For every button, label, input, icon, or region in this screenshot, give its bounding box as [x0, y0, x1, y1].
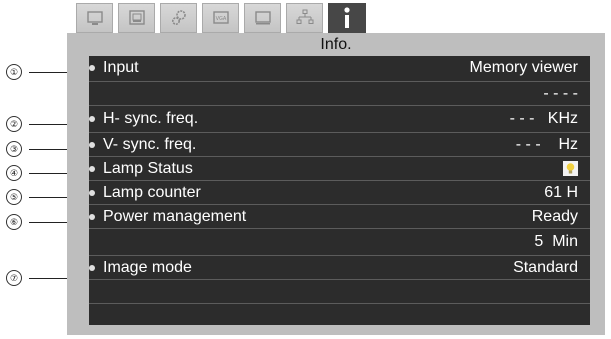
row-label: Image mode	[103, 259, 192, 276]
settings-gear-icon	[171, 10, 186, 26]
tab-video[interactable]: VGA	[202, 3, 239, 33]
row-lamp-counter: Lamp counter 61 H	[89, 181, 590, 205]
row-power-time: 5 Min	[89, 229, 590, 256]
callout-number: ①	[6, 64, 22, 80]
bullet-dot	[89, 265, 95, 271]
tab-picture[interactable]	[118, 3, 155, 33]
row-power-management: Power management Ready	[89, 205, 590, 229]
tab-setting[interactable]	[160, 3, 197, 33]
row-label: H- sync. freq.	[103, 110, 199, 127]
video-screen-icon: VGA	[212, 11, 229, 24]
row-label: Power management	[103, 208, 247, 225]
tab-screen[interactable]	[244, 3, 281, 33]
bullet-dot	[89, 166, 95, 172]
row-empty	[89, 280, 590, 304]
menu-tab-bar: VGA	[76, 3, 371, 33]
callout-number: ④	[6, 165, 22, 181]
row-image-mode: Image mode Standard	[89, 256, 590, 280]
tab-info[interactable]	[328, 3, 366, 33]
row-value: Standard	[513, 259, 578, 276]
row-value: - - - KHz	[509, 110, 578, 127]
row-label: Lamp counter	[103, 184, 201, 201]
row-value: 61 H	[544, 184, 578, 201]
svg-text:VGA: VGA	[215, 16, 226, 22]
row-value: 5 Min	[534, 233, 578, 250]
row-input: Input Memory viewer	[89, 56, 590, 82]
row-value: - - - -	[543, 85, 578, 102]
row-label: Lamp Status	[103, 160, 193, 177]
info-icon	[344, 7, 350, 28]
row-value: Ready	[531, 208, 578, 225]
display-icon	[254, 11, 271, 25]
info-panel: Info. Input Memory viewer - - - - H- syn…	[67, 33, 605, 335]
callout-number: ⑥	[6, 214, 22, 230]
tab-network[interactable]	[286, 3, 323, 33]
row-label: V- sync. freq.	[103, 136, 197, 153]
callout-number: ③	[6, 141, 22, 157]
row-label: Input	[103, 59, 139, 76]
tab-display[interactable]	[76, 3, 113, 33]
lamp-bulb-icon	[563, 161, 578, 176]
callout-number: ⑦	[6, 270, 22, 286]
bullet-dot	[89, 116, 95, 122]
monitor-icon	[86, 11, 103, 25]
callout-number: ⑤	[6, 189, 22, 205]
row-h-sync: H- sync. freq. - - - KHz	[89, 106, 590, 133]
panel-title: Info.	[320, 36, 352, 53]
callout-number: ②	[6, 116, 22, 132]
info-list: Input Memory viewer - - - - H- sync. fre…	[89, 56, 590, 325]
row-input-detail: - - - -	[89, 82, 590, 106]
network-icon	[296, 9, 313, 24]
bullet-dot	[89, 65, 95, 71]
row-v-sync: V- sync. freq. - - - Hz	[89, 133, 590, 157]
row-lamp-status: Lamp Status	[89, 157, 590, 181]
picture-adjust-icon	[128, 10, 145, 25]
row-value: - - - Hz	[515, 136, 578, 153]
bullet-dot	[89, 190, 95, 196]
bullet-dot	[89, 142, 95, 148]
bullet-dot	[89, 214, 95, 220]
row-value: Memory viewer	[469, 59, 578, 76]
